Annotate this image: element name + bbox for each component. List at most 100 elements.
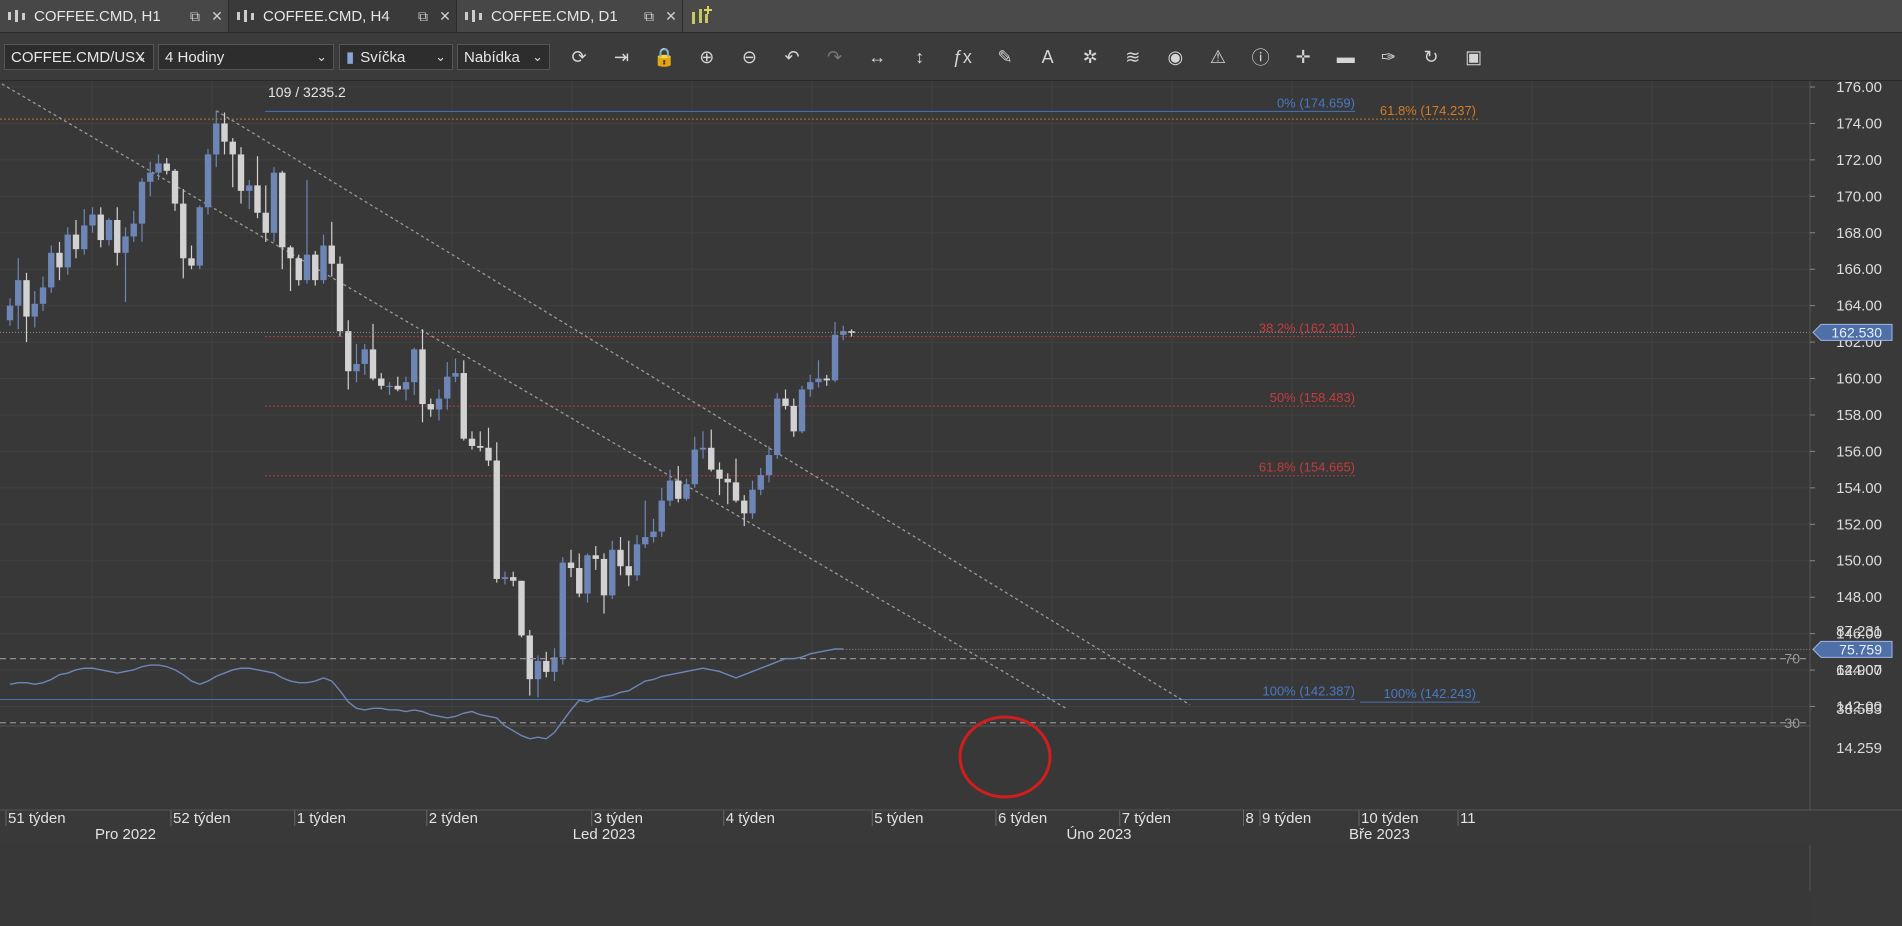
eye-icon[interactable]: ◉	[1158, 43, 1192, 71]
week-label: 7 týden	[1122, 810, 1171, 827]
current-price-label: 162.530	[1831, 324, 1882, 340]
fib-level-label: 61.8% (174.237)	[1380, 103, 1476, 118]
price-tick-label: 168.00	[1836, 225, 1882, 242]
month-label: Led 2023	[573, 826, 636, 843]
month-label: Pro 2022	[95, 826, 156, 843]
vertical-expand-icon[interactable]: ↕	[903, 43, 937, 71]
week-label: 11	[1460, 810, 1476, 827]
week-label: 2 týden	[429, 810, 478, 827]
undo-icon[interactable]: ↶	[775, 43, 809, 71]
detach-icon[interactable]: ⧉	[184, 8, 206, 25]
tab-coffee-h1[interactable]: COFFEE.CMD, H1 ⧉ ✕	[0, 0, 229, 32]
price-tick-label: 174.00	[1836, 115, 1882, 132]
tab-label: COFFEE.CMD, H4	[263, 7, 390, 25]
candle	[270, 167, 278, 242]
crosshair-icon[interactable]: ✛	[1286, 43, 1320, 71]
layers-icon[interactable]: ≋	[1116, 43, 1150, 71]
week-label: 9 týden	[1262, 810, 1311, 827]
chart-title: 109 / 3235.2	[268, 84, 346, 100]
horizontal-expand-icon[interactable]: ↔	[860, 43, 894, 71]
price-axis[interactable]: 176.00 174.00 172.00 170.00 168.00 166.00 164.…	[1809, 81, 1902, 926]
price-tick-label: 176.00	[1836, 81, 1882, 96]
fib-level-label: 61.8% (154.665)	[1259, 460, 1355, 475]
close-icon[interactable]: ✕	[434, 8, 456, 25]
rsi-current-label: 75.759	[1839, 641, 1882, 657]
week-label: 10 týden	[1361, 810, 1419, 827]
chart-toolbar: COFFEE.CMD/USX ⌄ 4 Hodiny ⌄ ▮ Svíčka ⌄ Nabíd…	[0, 33, 1902, 81]
rsi-level-label: 30	[1784, 715, 1800, 731]
price-side-value: Nabídka	[464, 48, 520, 66]
price-tick-label: 166.00	[1836, 261, 1882, 278]
price-tick-label: 170.00	[1836, 188, 1882, 205]
time-axis[interactable]: 51 týden 52 týden 1 týden 2 týden 3 týden 4 t…	[0, 809, 1902, 845]
candle	[336, 256, 344, 337]
close-icon[interactable]: ✕	[660, 8, 682, 25]
indicator-fx-icon[interactable]: ƒx	[945, 43, 979, 71]
price-tick-label: 148.00	[1836, 589, 1882, 606]
save-icon[interactable]: ▣	[1457, 43, 1491, 71]
rsi-level-label: 70	[1784, 651, 1800, 667]
chart-alert-icon[interactable]: ⚠	[1201, 43, 1235, 71]
chart-type-value: Svíčka	[360, 48, 406, 66]
week-label: 8	[1246, 810, 1254, 827]
reset-icon[interactable]: ↻	[1414, 43, 1448, 71]
refresh-icon[interactable]: ⟳	[562, 43, 596, 71]
price-side-select[interactable]: Nabídka ⌄	[457, 44, 550, 70]
price-tick-label: 154.00	[1836, 480, 1882, 497]
chevron-down-icon: ⌄	[532, 49, 543, 64]
rsi-tick-label: 62.907	[1836, 662, 1882, 679]
candle	[204, 148, 212, 215]
fib-level-label: 100% (142.243)	[1383, 686, 1476, 701]
timeframe-value: 4 Hodiny	[165, 48, 225, 66]
tab-label: COFFEE.CMD, D1	[491, 7, 618, 25]
chart-type-select[interactable]: ▮ Svíčka ⌄	[339, 44, 453, 70]
week-label: 4 týden	[726, 810, 775, 827]
paint-icon[interactable]: ✑	[1371, 43, 1405, 71]
fib-level-label: 0% (174.659)	[1277, 95, 1355, 110]
price-tick-label: 164.00	[1836, 298, 1882, 315]
detach-icon[interactable]: ⧉	[412, 8, 434, 25]
autoscroll-icon[interactable]: ⇥	[605, 43, 639, 71]
candle	[196, 205, 203, 270]
candle	[798, 385, 806, 434]
week-label: 3 týden	[594, 810, 643, 827]
text-icon[interactable]: A	[1031, 43, 1065, 71]
volume-icon[interactable]: ▬	[1329, 43, 1363, 71]
timeframe-select[interactable]: 4 Hodiny ⌄	[158, 44, 334, 70]
price-tick-label: 152.00	[1836, 516, 1882, 533]
candle-type-icon: ▮	[346, 49, 355, 66]
tab-coffee-d1[interactable]: COFFEE.CMD, D1 ⧉ ✕	[457, 0, 683, 32]
week-label: 51 týden	[8, 810, 66, 827]
rsi-tick-label: 14.259	[1836, 740, 1882, 757]
chevron-down-icon: ⌄	[435, 49, 446, 64]
tab-label: COFFEE.CMD, H1	[34, 7, 161, 25]
chevron-down-icon: ⌄	[136, 49, 147, 64]
lock-icon[interactable]: 🔒	[647, 43, 681, 71]
price-tick-label: 160.00	[1836, 371, 1882, 388]
tab-coffee-h4[interactable]: COFFEE.CMD, H4 ⧉ ✕	[229, 0, 457, 32]
zoom-in-icon[interactable]: ⊕	[690, 43, 724, 71]
month-label: Úno 2023	[1066, 826, 1131, 843]
week-label: 52 týden	[173, 810, 231, 827]
fib-level-label: 38.2% (162.301)	[1259, 321, 1355, 336]
symbol-select[interactable]: COFFEE.CMD/USX ⌄	[4, 44, 154, 70]
add-chart-tab-icon[interactable]	[688, 4, 716, 28]
info-icon[interactable]: ⓘ	[1244, 43, 1278, 71]
redo-icon[interactable]: ↷	[818, 43, 852, 71]
chevron-down-icon: ⌄	[316, 49, 327, 64]
week-label: 6 týden	[998, 810, 1047, 827]
month-label: Bře 2023	[1349, 826, 1410, 843]
close-icon[interactable]: ✕	[206, 8, 228, 25]
fib-level-label: 100% (142.387)	[1262, 683, 1355, 698]
pencil-icon[interactable]: ✎	[988, 43, 1022, 71]
price-tick-label: 150.00	[1836, 553, 1882, 570]
candle	[518, 580, 525, 638]
zoom-out-icon[interactable]: ⊖	[732, 43, 766, 71]
price-tick-label: 156.00	[1836, 443, 1882, 460]
chart-area[interactable]: 0% (174.659) 61.8% (174.237) 38.2% (162.30…	[0, 81, 1902, 926]
tools-icon[interactable]: ✲	[1073, 43, 1107, 71]
detach-icon[interactable]: ⧉	[638, 8, 660, 25]
tab-bar: COFFEE.CMD, H1 ⧉ ✕ COFFEE.CMD, H4 ⧉ ✕ CO…	[0, 0, 1902, 33]
candlestick-icon	[229, 9, 263, 23]
rsi-tick-label: 87.231	[1836, 623, 1882, 640]
